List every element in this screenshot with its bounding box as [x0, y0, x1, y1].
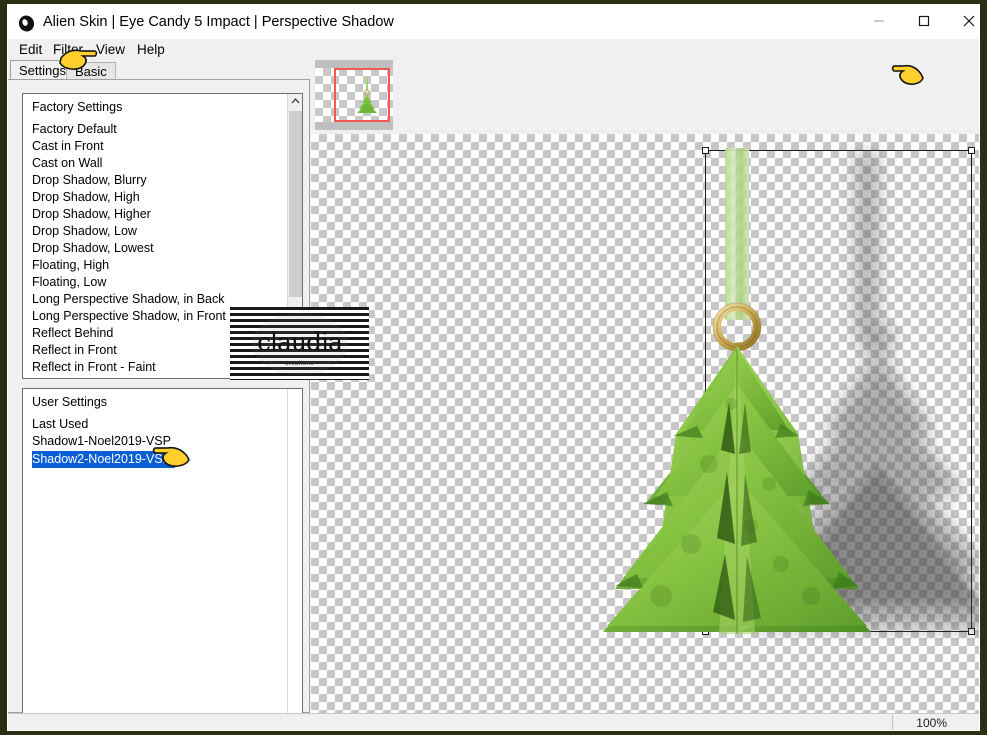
navigator-thumbnail[interactable] — [315, 60, 393, 130]
scrollbar-thumb[interactable] — [289, 111, 302, 297]
alien-skin-logo-icon — [17, 14, 36, 33]
watermark-subtext: creations — [285, 360, 314, 367]
list-item[interactable]: Drop Shadow, Lowest — [23, 240, 302, 257]
selection-handle[interactable] — [702, 147, 709, 154]
screen-root: Alien Skin | Eye Candy 5 Impact | Perspe… — [0, 0, 987, 735]
list-item[interactable]: Drop Shadow, Blurry — [23, 172, 302, 189]
plugin-window: Alien Skin | Eye Candy 5 Impact | Perspe… — [7, 4, 980, 731]
selection-handle[interactable] — [968, 147, 975, 154]
title-bar: Alien Skin | Eye Candy 5 Impact | Perspe… — [8, 5, 979, 43]
menu-bar: Edit Filter View Help — [8, 39, 979, 60]
selection-handle[interactable] — [702, 628, 709, 635]
list-item[interactable]: Cast in Front — [23, 138, 302, 155]
list-item-selected[interactable]: Shadow2-Noel2019-VSP — [32, 451, 175, 468]
list-item[interactable]: Shadow1-Noel2019-VSP — [23, 433, 302, 450]
status-divider — [892, 715, 893, 730]
list-item[interactable]: Drop Shadow, High — [23, 189, 302, 206]
menu-item-filter[interactable]: Filter — [48, 41, 88, 59]
navigator-tree-preview-icon — [357, 78, 377, 113]
list-item[interactable]: Long Perspective Shadow, in Back — [23, 291, 302, 308]
list-item[interactable]: Factory Default — [23, 121, 302, 138]
zoom-level-label: 100% — [916, 716, 947, 730]
list-item[interactable]: Drop Shadow, Higher — [23, 206, 302, 223]
list-item[interactable]: Floating, Low — [23, 274, 302, 291]
close-button[interactable] — [946, 5, 979, 36]
user-settings-group-label: User Settings — [32, 395, 108, 409]
preview-canvas[interactable] — [311, 134, 979, 714]
minimize-button[interactable] — [856, 5, 901, 36]
tab-strip: Settings Basic — [8, 60, 308, 81]
selection-rectangle[interactable] — [702, 147, 975, 635]
list-item[interactable]: Floating, High — [23, 257, 302, 274]
settings-panel: Factory Settings Factory Default Cast in… — [8, 79, 310, 730]
menu-item-view[interactable]: View — [91, 41, 130, 59]
watermark-text: claudia — [257, 327, 343, 357]
status-bar: 100% — [8, 713, 979, 730]
list-item[interactable]: Cast on Wall — [23, 155, 302, 172]
maximize-button[interactable] — [901, 5, 946, 36]
menu-item-edit[interactable]: Edit — [14, 41, 47, 59]
factory-settings-group-label: Factory Settings — [32, 100, 123, 114]
user-list-scrollbar[interactable] — [287, 389, 302, 730]
watermark-overlay: claudia creations — [230, 307, 369, 380]
user-settings-list[interactable]: User Settings Last Used Shadow1-Noel2019… — [22, 388, 303, 730]
selection-handle[interactable] — [968, 628, 975, 635]
menu-item-help[interactable]: Help — [132, 41, 170, 59]
list-item[interactable]: Last Used — [23, 416, 302, 433]
window-title: Alien Skin | Eye Candy 5 Impact | Perspe… — [43, 14, 394, 30]
list-item[interactable]: Drop Shadow, Low — [23, 223, 302, 240]
scroll-up-icon[interactable] — [288, 94, 302, 109]
